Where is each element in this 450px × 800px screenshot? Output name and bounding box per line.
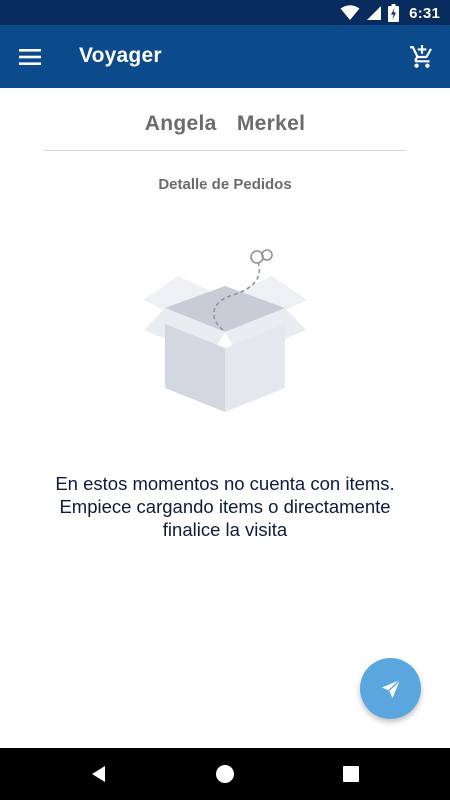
divider: [44, 150, 406, 151]
screen: 6:31 Voyager Angela Merkel Detalle de Pe…: [0, 0, 450, 800]
app-title: Voyager: [79, 44, 162, 67]
status-bar: 6:31: [0, 0, 450, 25]
menu-button[interactable]: [12, 39, 48, 75]
menu-icon: [19, 49, 41, 65]
home-icon: [216, 765, 234, 783]
add-to-cart-icon: [410, 45, 432, 68]
recents-icon: [343, 766, 359, 782]
section-title: Detalle de Pedidos: [158, 176, 292, 193]
add-to-cart-button[interactable]: [404, 39, 440, 75]
wifi-icon: [340, 5, 360, 20]
empty-message: En estos momentos no cuenta con items. E…: [20, 472, 430, 541]
app-bar: Voyager: [0, 25, 450, 88]
send-icon: [381, 678, 400, 698]
battery-charging-icon: [388, 4, 400, 22]
customer-name: Angela Merkel: [144, 112, 306, 135]
empty-message-line1: En estos momentos no cuenta con items.: [55, 473, 395, 494]
send-fab-button[interactable]: [360, 658, 421, 719]
status-time: 6:31: [409, 4, 440, 22]
empty-box-icon: [143, 249, 307, 412]
home-button[interactable]: [212, 761, 238, 787]
empty-message-line3: finalice la visita: [162, 519, 288, 540]
back-button[interactable]: [86, 761, 112, 787]
empty-message-line2: Empiece cargando items o directamente: [59, 496, 391, 517]
status-icons: 6:31: [340, 3, 440, 23]
recents-button[interactable]: [338, 761, 364, 787]
back-icon: [92, 766, 105, 782]
cell-signal-icon: [367, 6, 382, 20]
navigation-bar: [0, 748, 450, 800]
